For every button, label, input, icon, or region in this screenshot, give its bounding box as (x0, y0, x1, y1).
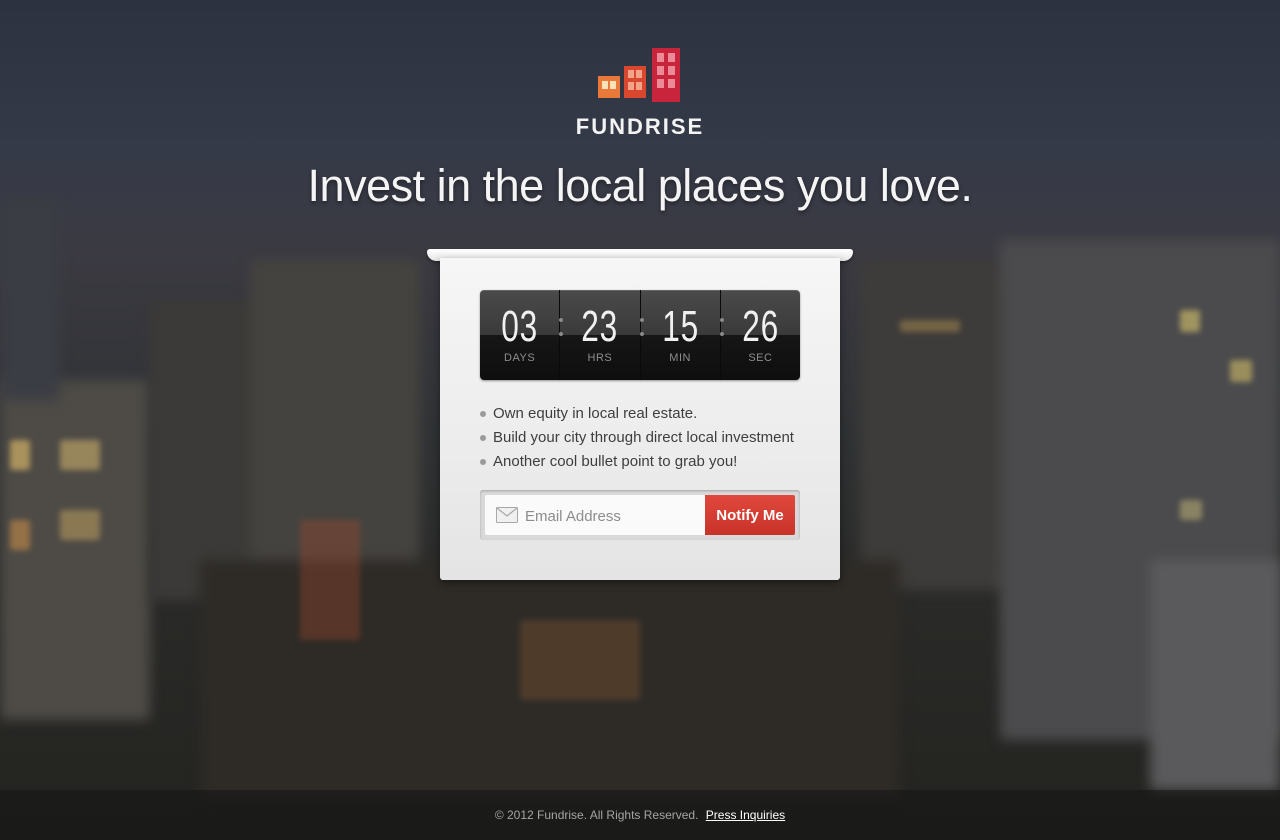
signup-card: 03 DAYS 23 HRS 15 MIN 26 SEC Own equity … (440, 258, 840, 580)
bullet-dot-icon (480, 411, 486, 417)
countdown-minutes-value: 15 (661, 302, 699, 351)
signup-form: Notify Me (480, 490, 800, 540)
countdown-hours-label: HRS (587, 352, 613, 364)
countdown-seconds-value: 26 (742, 302, 779, 351)
list-item: Build your city through direct local inv… (480, 426, 794, 450)
envelope-icon (496, 507, 518, 523)
countdown-minutes-label: MIN (669, 352, 691, 364)
list-item: Another cool bullet point to grab you! (480, 450, 794, 474)
feature-list: Own equity in local real estate. Build y… (480, 402, 794, 474)
email-input[interactable] (523, 495, 707, 537)
list-item-text: Build your city through direct local inv… (493, 429, 794, 446)
countdown-minutes: 15 MIN (641, 290, 724, 380)
countdown-seconds: 26 SEC (721, 290, 800, 380)
countdown-hours-value: 23 (581, 302, 619, 351)
countdown-seconds-label: SEC (748, 352, 773, 364)
notify-me-button[interactable]: Notify Me (705, 495, 795, 535)
countdown-timer: 03 DAYS 23 HRS 15 MIN 26 SEC (480, 290, 800, 380)
list-item-text: Another cool bullet point to grab you! (493, 453, 738, 470)
buildings-logo-icon (598, 48, 680, 102)
footer: © 2012 Fundrise. All Rights Reserved. Pr… (0, 790, 1280, 840)
press-inquiries-link[interactable]: Press Inquiries (706, 808, 785, 822)
countdown-days: 03 DAYS (480, 290, 564, 380)
colon-separator (719, 318, 724, 338)
bullet-dot-icon (480, 435, 486, 441)
colon-separator (639, 318, 644, 338)
countdown-days-label: DAYS (504, 352, 536, 364)
bullet-dot-icon (480, 459, 486, 465)
list-item: Own equity in local real estate. (480, 402, 794, 426)
brand-name: FUNDRISE (575, 114, 705, 139)
countdown-hours: 23 HRS (560, 290, 644, 380)
colon-separator (559, 318, 564, 338)
page-headline: Invest in the local places you love. (307, 160, 973, 211)
logo: FUNDRISE (0, 48, 1280, 140)
copyright-text: © 2012 Fundrise. All Rights Reserved. (494, 808, 699, 822)
email-field-wrapper (485, 495, 707, 537)
list-item-text: Own equity in local real estate. (493, 405, 698, 422)
countdown-days-value: 03 (501, 302, 538, 351)
